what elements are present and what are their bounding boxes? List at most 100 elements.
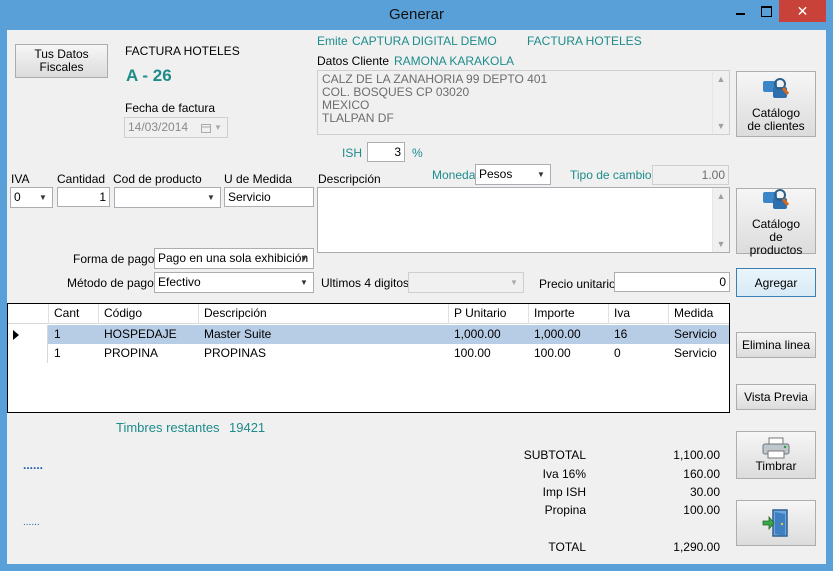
table-cell: PROPINA: [104, 346, 159, 360]
current-row-icon: [13, 329, 19, 343]
column-header[interactable]: Iva: [609, 304, 669, 324]
invoice-date-picker[interactable]: 14/03/2014 ▼: [124, 117, 228, 138]
description-input[interactable]: ▲ ▼: [317, 187, 730, 253]
add-button-label: Agregar: [754, 275, 798, 290]
emitter-label: Emite: [317, 34, 348, 48]
minimize-button[interactable]: [727, 0, 753, 22]
fiscal-data-button[interactable]: Tus Datos Fiscales: [15, 44, 108, 78]
printer-icon: [761, 437, 791, 459]
client-address: CALZ DE LA ZANAHORIA 99 DEPTO 401 COL. B…: [317, 70, 730, 135]
scroll-down-icon[interactable]: ▼: [713, 236, 729, 252]
table-cell: 0: [614, 346, 621, 360]
iva-total-label: Iva 16%: [542, 467, 586, 481]
table-header: Cant Código Descripción P Unitario Impor…: [8, 304, 729, 324]
delete-line-button[interactable]: Elimina linea: [736, 332, 816, 358]
unit-label: U de Medida: [224, 172, 293, 186]
table-cell: 1,000.00: [454, 327, 501, 341]
chevron-down-icon: ▼: [207, 193, 215, 202]
table-row[interactable]: 1 PROPINA PROPINAS 100.00 100.00 0 Servi…: [8, 344, 729, 363]
delete-line-label: Elimina linea: [741, 338, 811, 352]
payment-form-select[interactable]: Pago en una sola exhibición ▼: [154, 248, 314, 269]
exit-button[interactable]: [736, 500, 816, 546]
emitter-name: CAPTURA DIGITAL DEMO: [352, 34, 497, 48]
tip-total-label: Propina: [544, 503, 586, 517]
iva-select[interactable]: 0 ▼: [10, 187, 53, 208]
client-catalog-button[interactable]: Catálogo de clientes: [736, 71, 816, 137]
scroll-up-icon[interactable]: ▲: [713, 71, 729, 87]
table-row[interactable]: 1 HOSPEDAJE Master Suite 1,000.00 1,000.…: [8, 325, 729, 344]
table-cell: 1: [54, 327, 61, 341]
ish-input[interactable]: 3: [367, 142, 405, 162]
scroll-down-icon[interactable]: ▼: [713, 118, 729, 134]
last-digits-select[interactable]: ▼: [408, 272, 524, 293]
address-line: TLALPAN DF: [322, 111, 394, 125]
stamp-button-label: Timbrar: [755, 459, 797, 473]
column-header[interactable]: Código: [99, 304, 199, 324]
row-header[interactable]: [8, 325, 48, 344]
table-cell: 100.00: [534, 346, 571, 360]
table-cell: 1: [54, 346, 61, 360]
preview-label: Vista Previa: [744, 390, 808, 404]
grand-total-value: 1,290.00: [673, 540, 720, 554]
address-scrollbar[interactable]: ▲ ▼: [712, 71, 729, 134]
payment-method-value: Efectivo: [158, 275, 201, 289]
exchange-rate-label: Tipo de cambio: [570, 168, 652, 182]
invoice-number: A - 26: [126, 66, 172, 85]
table-cell: Master Suite: [204, 327, 272, 341]
chevron-down-icon: ▼: [39, 193, 47, 202]
row-header[interactable]: [8, 344, 48, 363]
cantidad-input[interactable]: 1: [57, 187, 110, 207]
close-button[interactable]: ✕: [779, 0, 826, 22]
column-header[interactable]: Importe: [529, 304, 609, 324]
window-title: Generar: [388, 6, 445, 23]
maximize-button[interactable]: [753, 0, 779, 22]
description-scrollbar[interactable]: ▲ ▼: [712, 188, 729, 252]
grand-total-label: TOTAL: [548, 540, 586, 554]
status-dots: ......: [23, 458, 44, 472]
client-label: Datos Cliente: [317, 54, 390, 68]
table-cell: Servicio: [674, 327, 717, 341]
table-cell: 1,000.00: [534, 327, 581, 341]
table-cell: 100.00: [454, 346, 491, 360]
stamp-button[interactable]: Timbrar: [736, 431, 816, 479]
table-cell: HOSPEDAJE: [104, 327, 177, 341]
chevron-down-icon: ▼: [214, 123, 222, 132]
magnifier-icon: [760, 186, 792, 218]
magnifier-icon: [760, 75, 792, 107]
stamps-remaining-value: 19421: [229, 420, 266, 435]
table-cell: PROPINAS: [204, 346, 267, 360]
chevron-down-icon: ▼: [300, 278, 308, 287]
exchange-rate-input[interactable]: 1.00: [652, 165, 729, 185]
ish-label: ISH: [342, 146, 363, 160]
items-table[interactable]: Cant Código Descripción P Unitario Impor…: [7, 303, 730, 413]
add-button[interactable]: Agregar: [736, 268, 816, 297]
invoice-date-label: Fecha de factura: [125, 101, 216, 115]
cantidad-label: Cantidad: [57, 172, 106, 186]
unit-price-input[interactable]: 0: [614, 272, 730, 292]
title-bar: Generar ✕: [0, 0, 833, 30]
ish-unit: %: [412, 146, 423, 160]
column-header[interactable]: Medida: [669, 304, 729, 324]
close-icon: ✕: [796, 3, 809, 19]
invoice-type: FACTURA HOTELES: [125, 44, 240, 58]
product-catalog-button[interactable]: Catálogo de productos: [736, 186, 816, 256]
payment-form-value: Pago en una sola exhibición: [158, 251, 309, 265]
payment-form-label: Forma de pago: [73, 252, 155, 266]
client-catalog-label: Catálogo de clientes: [747, 106, 805, 133]
currency-label: Moneda: [432, 168, 476, 182]
unit-input[interactable]: Servicio: [224, 187, 314, 207]
table-cell: 16: [614, 327, 628, 341]
column-header[interactable]: Cant: [49, 304, 99, 324]
column-header[interactable]: Descripción: [199, 304, 449, 324]
payment-method-label: Método de pago: [67, 276, 154, 290]
preview-button[interactable]: Vista Previa: [736, 384, 816, 410]
currency-select[interactable]: Pesos ▼: [475, 164, 551, 185]
status-dots: ......: [23, 517, 40, 528]
scroll-up-icon[interactable]: ▲: [713, 188, 729, 204]
payment-method-select[interactable]: Efectivo ▼: [154, 272, 314, 293]
stamps-remaining-label: Timbres restantes: [116, 420, 220, 435]
product-code-select[interactable]: ▼: [114, 187, 221, 208]
subtotal-label: SUBTOTAL: [523, 448, 586, 462]
unit-price-label: Precio unitario: [539, 277, 616, 291]
column-header[interactable]: P Unitario: [449, 304, 529, 324]
